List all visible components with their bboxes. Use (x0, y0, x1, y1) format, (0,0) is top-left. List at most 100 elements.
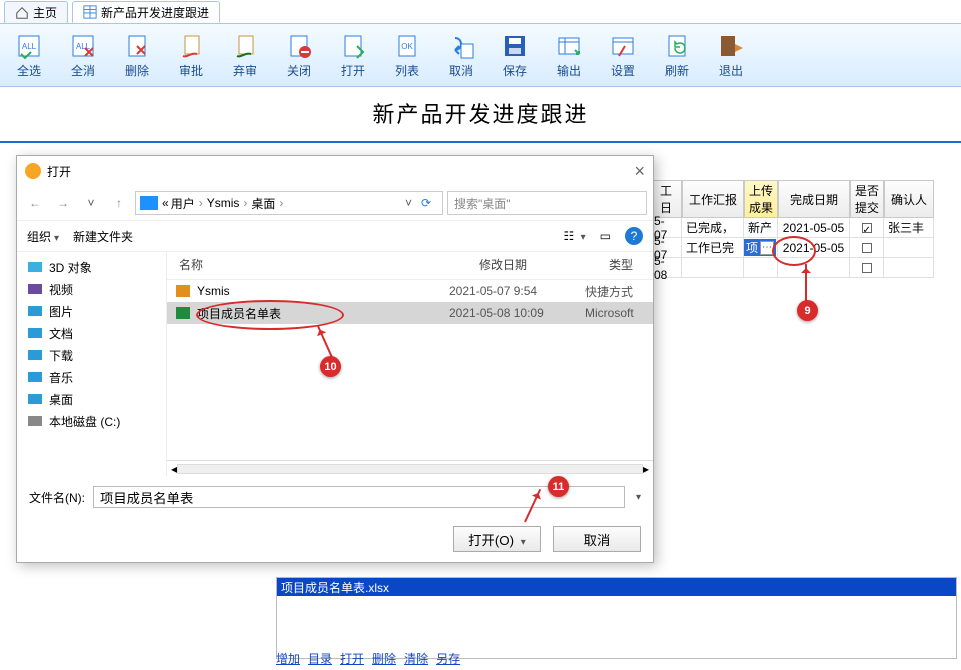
toolbar-label: 退出 (719, 62, 743, 79)
date-cell: 5-08 (650, 258, 682, 278)
nav-forward-icon[interactable]: → (51, 191, 75, 215)
upload-cell[interactable]: 新产 (744, 218, 778, 238)
nav-dl[interactable]: 下载 (23, 344, 160, 366)
checkbox-icon[interactable] (862, 263, 872, 273)
preview-pane-button[interactable]: ▭ (600, 229, 611, 243)
toolbar-save-button[interactable]: 保存 (490, 28, 540, 82)
nav-up-icon[interactable]: ↑ (107, 191, 131, 215)
action-link[interactable]: 打开 (340, 650, 364, 667)
toolbar-label: 列表 (395, 62, 419, 79)
checkbox-icon[interactable] (862, 243, 872, 253)
nav-cdisk[interactable]: 本地磁盘 (C:) (23, 410, 160, 432)
filename-history-icon[interactable]: ▾ (636, 492, 641, 503)
scroll-right-icon[interactable]: ▸ (643, 462, 649, 476)
svg-text:OK: OK (401, 42, 413, 51)
page-title: 新产品开发进度跟进 (0, 87, 961, 143)
nav-label: 图片 (49, 303, 73, 320)
col-submitted[interactable]: 是否 提交 (850, 180, 884, 218)
col-report[interactable]: 工作汇报 (682, 180, 744, 218)
toolbar-settings-button[interactable]: 设置 (598, 28, 648, 82)
toolbar-export-button[interactable]: 输出 (544, 28, 594, 82)
toolbar-label: 全选 (17, 62, 41, 79)
submitted-cell[interactable] (850, 238, 884, 258)
toolbar-approve-button[interactable]: 审批 (166, 28, 216, 82)
nav-video[interactable]: 视频 (23, 278, 160, 300)
cancel-button[interactable]: 取消 (553, 526, 641, 552)
excel-icon (175, 305, 191, 321)
toolbar-label: 全消 (71, 62, 95, 79)
toolbar-abandon-button[interactable]: 弃审 (220, 28, 270, 82)
action-link[interactable]: 目录 (308, 650, 332, 667)
nav-music[interactable]: 音乐 (23, 366, 160, 388)
action-links: 增加目录打开删除清除另存 (276, 650, 460, 667)
close-icon[interactable]: × (634, 161, 645, 182)
col-finish-date[interactable]: 完成日期 (778, 180, 850, 218)
toolbar-list-button[interactable]: OK 列表 (382, 28, 432, 82)
action-link[interactable]: 清除 (404, 650, 428, 667)
action-link[interactable]: 增加 (276, 650, 300, 667)
export-icon (555, 32, 583, 60)
submitted-cell[interactable] (850, 218, 884, 238)
file-list: 名称 修改日期 类型 Ysmis2021-05-07 9:54快捷方式项目成员名… (167, 252, 653, 476)
filename-input[interactable] (93, 486, 625, 508)
nav-back-icon[interactable]: ← (23, 191, 47, 215)
col-type[interactable]: 类型 (597, 252, 645, 279)
open-button[interactable]: 打开(O) ▾ (453, 526, 541, 552)
toolbar-refresh-button[interactable]: 刷新 (652, 28, 702, 82)
breadcrumb-refresh-icon[interactable]: ⟳ (414, 191, 438, 215)
toolbar-label: 刷新 (665, 62, 689, 79)
horizontal-scrollbar[interactable]: ◂ ▸ (167, 460, 653, 476)
nav-image[interactable]: 图片 (23, 300, 160, 322)
checkbox-icon[interactable] (862, 223, 872, 233)
file-type: Microsoft (585, 306, 645, 320)
preview-filename[interactable]: 项目成员名单表.xlsx (277, 578, 956, 596)
tab-active[interactable]: 新产品开发进度跟进 (72, 1, 220, 23)
col-date[interactable]: 修改日期 (467, 252, 597, 279)
col-name[interactable]: 名称 (167, 252, 467, 279)
organise-menu[interactable]: 组织▾ (27, 228, 59, 245)
table-row[interactable]: 5-07已完成，新产2021-05-05张三丰 (650, 218, 959, 238)
confirmer-cell (884, 238, 934, 258)
toolbar-delete-button[interactable]: 删除 (112, 28, 162, 82)
toolbar-close-button[interactable]: 关闭 (274, 28, 324, 82)
tab-home[interactable]: 主页 (4, 1, 68, 23)
toolbar-exit-button[interactable]: 退出 (706, 28, 756, 82)
view-mode-button[interactable]: ☷ ▾ (564, 229, 586, 243)
save-icon (501, 32, 529, 60)
image-icon (27, 303, 43, 319)
file-list-header: 名称 修改日期 类型 (167, 252, 653, 280)
bc-part-2[interactable]: 桌面 (251, 195, 275, 212)
col-upload[interactable]: 上传 成果 (744, 180, 778, 218)
toolbar-label: 审批 (179, 62, 203, 79)
toolbar-open-button[interactable]: 打开 (328, 28, 378, 82)
close-icon (285, 32, 313, 60)
delete-icon (123, 32, 151, 60)
nav-history-icon[interactable]: ˅ (79, 191, 103, 215)
bc-part-0[interactable]: 用户 (171, 195, 195, 212)
upload-cell[interactable] (744, 258, 778, 278)
report-cell: 工作已完 (682, 238, 744, 258)
approve-icon (177, 32, 205, 60)
nav-3d[interactable]: 3D 对象 (23, 256, 160, 278)
help-icon[interactable]: ? (625, 227, 643, 245)
cdisk-icon (27, 413, 43, 429)
submitted-cell[interactable] (850, 258, 884, 278)
col-confirmer[interactable]: 确认人 (884, 180, 934, 218)
toolbar-clear-all-button[interactable]: ALL全消 (58, 28, 108, 82)
toolbar-select-all-button[interactable]: ALL全选 (4, 28, 54, 82)
dialog-navbar: ← → ˅ ↑ « 用户› Ysmis› 桌面› ˅ ⟳ 搜索"桌面" (17, 186, 653, 220)
annotation-arrow-9 (805, 264, 807, 304)
new-folder-button[interactable]: 新建文件夹 (73, 228, 133, 245)
confirmer-cell (884, 258, 934, 278)
breadcrumb[interactable]: « 用户› Ysmis› 桌面› ˅ ⟳ (135, 191, 443, 215)
upload-cell-selected[interactable]: 项⋯ (744, 239, 776, 256)
search-input[interactable]: 搜索"桌面" (447, 191, 647, 215)
bc-part-1[interactable]: Ysmis (207, 196, 240, 210)
file-row[interactable]: Ysmis2021-05-07 9:54快捷方式 (167, 280, 653, 302)
nav-desk[interactable]: 桌面 (23, 388, 160, 410)
nav-docs[interactable]: 文档 (23, 322, 160, 344)
action-link[interactable]: 删除 (372, 650, 396, 667)
action-link[interactable]: 另存 (436, 650, 460, 667)
col-date[interactable]: 工日 (650, 180, 682, 218)
toolbar-cancel-button[interactable]: 取消 (436, 28, 486, 82)
